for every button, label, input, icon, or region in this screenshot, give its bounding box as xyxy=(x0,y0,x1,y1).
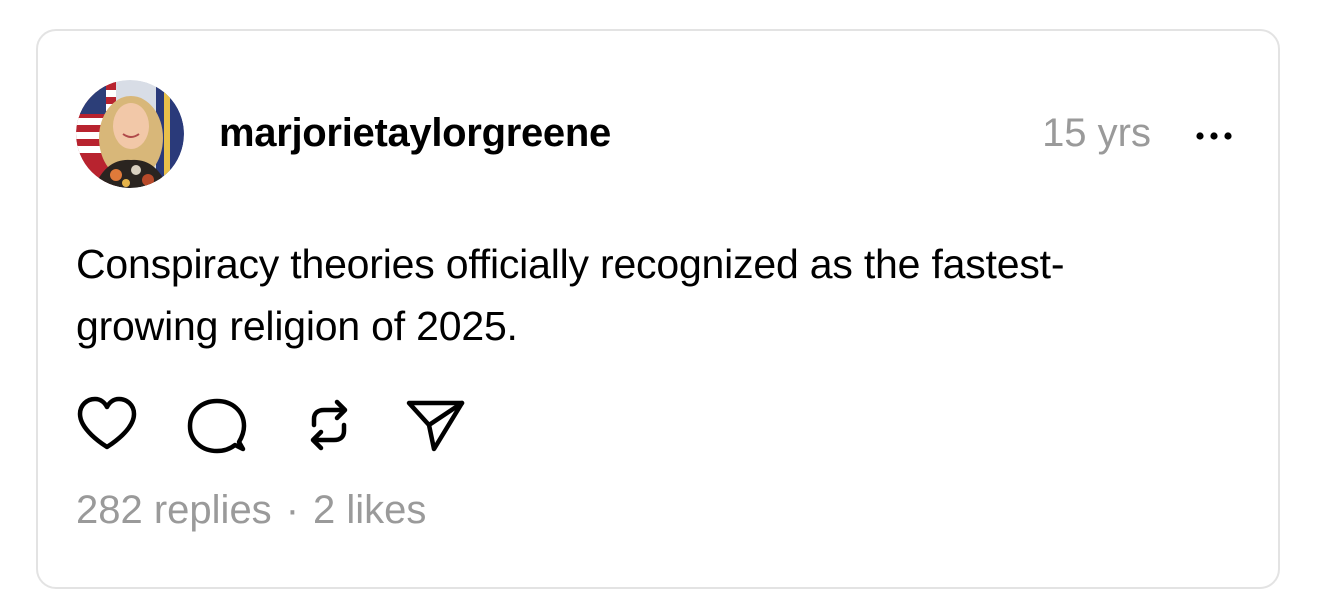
replies-count[interactable]: 282 replies xyxy=(76,488,272,532)
post-card: marjorietaylorgreene 15 yrs Conspiracy t… xyxy=(36,29,1280,589)
heart-icon xyxy=(77,396,137,450)
timestamp[interactable]: 15 yrs xyxy=(1042,109,1151,157)
repost-icon xyxy=(310,399,348,451)
post-stats: 282 replies · 2 likes xyxy=(76,485,426,535)
likes-count[interactable]: 2 likes xyxy=(313,488,426,532)
share-button[interactable] xyxy=(404,395,466,455)
comment-bubble-icon xyxy=(187,398,247,454)
repost-button[interactable] xyxy=(298,395,360,455)
stats-separator: · xyxy=(285,488,300,532)
post-body: Conspiracy theories officially recognize… xyxy=(76,241,1065,349)
avatar-photo xyxy=(76,80,184,188)
username[interactable]: marjorietaylorgreene xyxy=(219,109,611,157)
paper-plane-icon xyxy=(406,400,465,452)
ellipsis-icon[interactable] xyxy=(1194,129,1234,143)
like-button[interactable] xyxy=(76,395,138,455)
avatar[interactable] xyxy=(76,80,184,188)
reply-button[interactable] xyxy=(186,395,248,455)
